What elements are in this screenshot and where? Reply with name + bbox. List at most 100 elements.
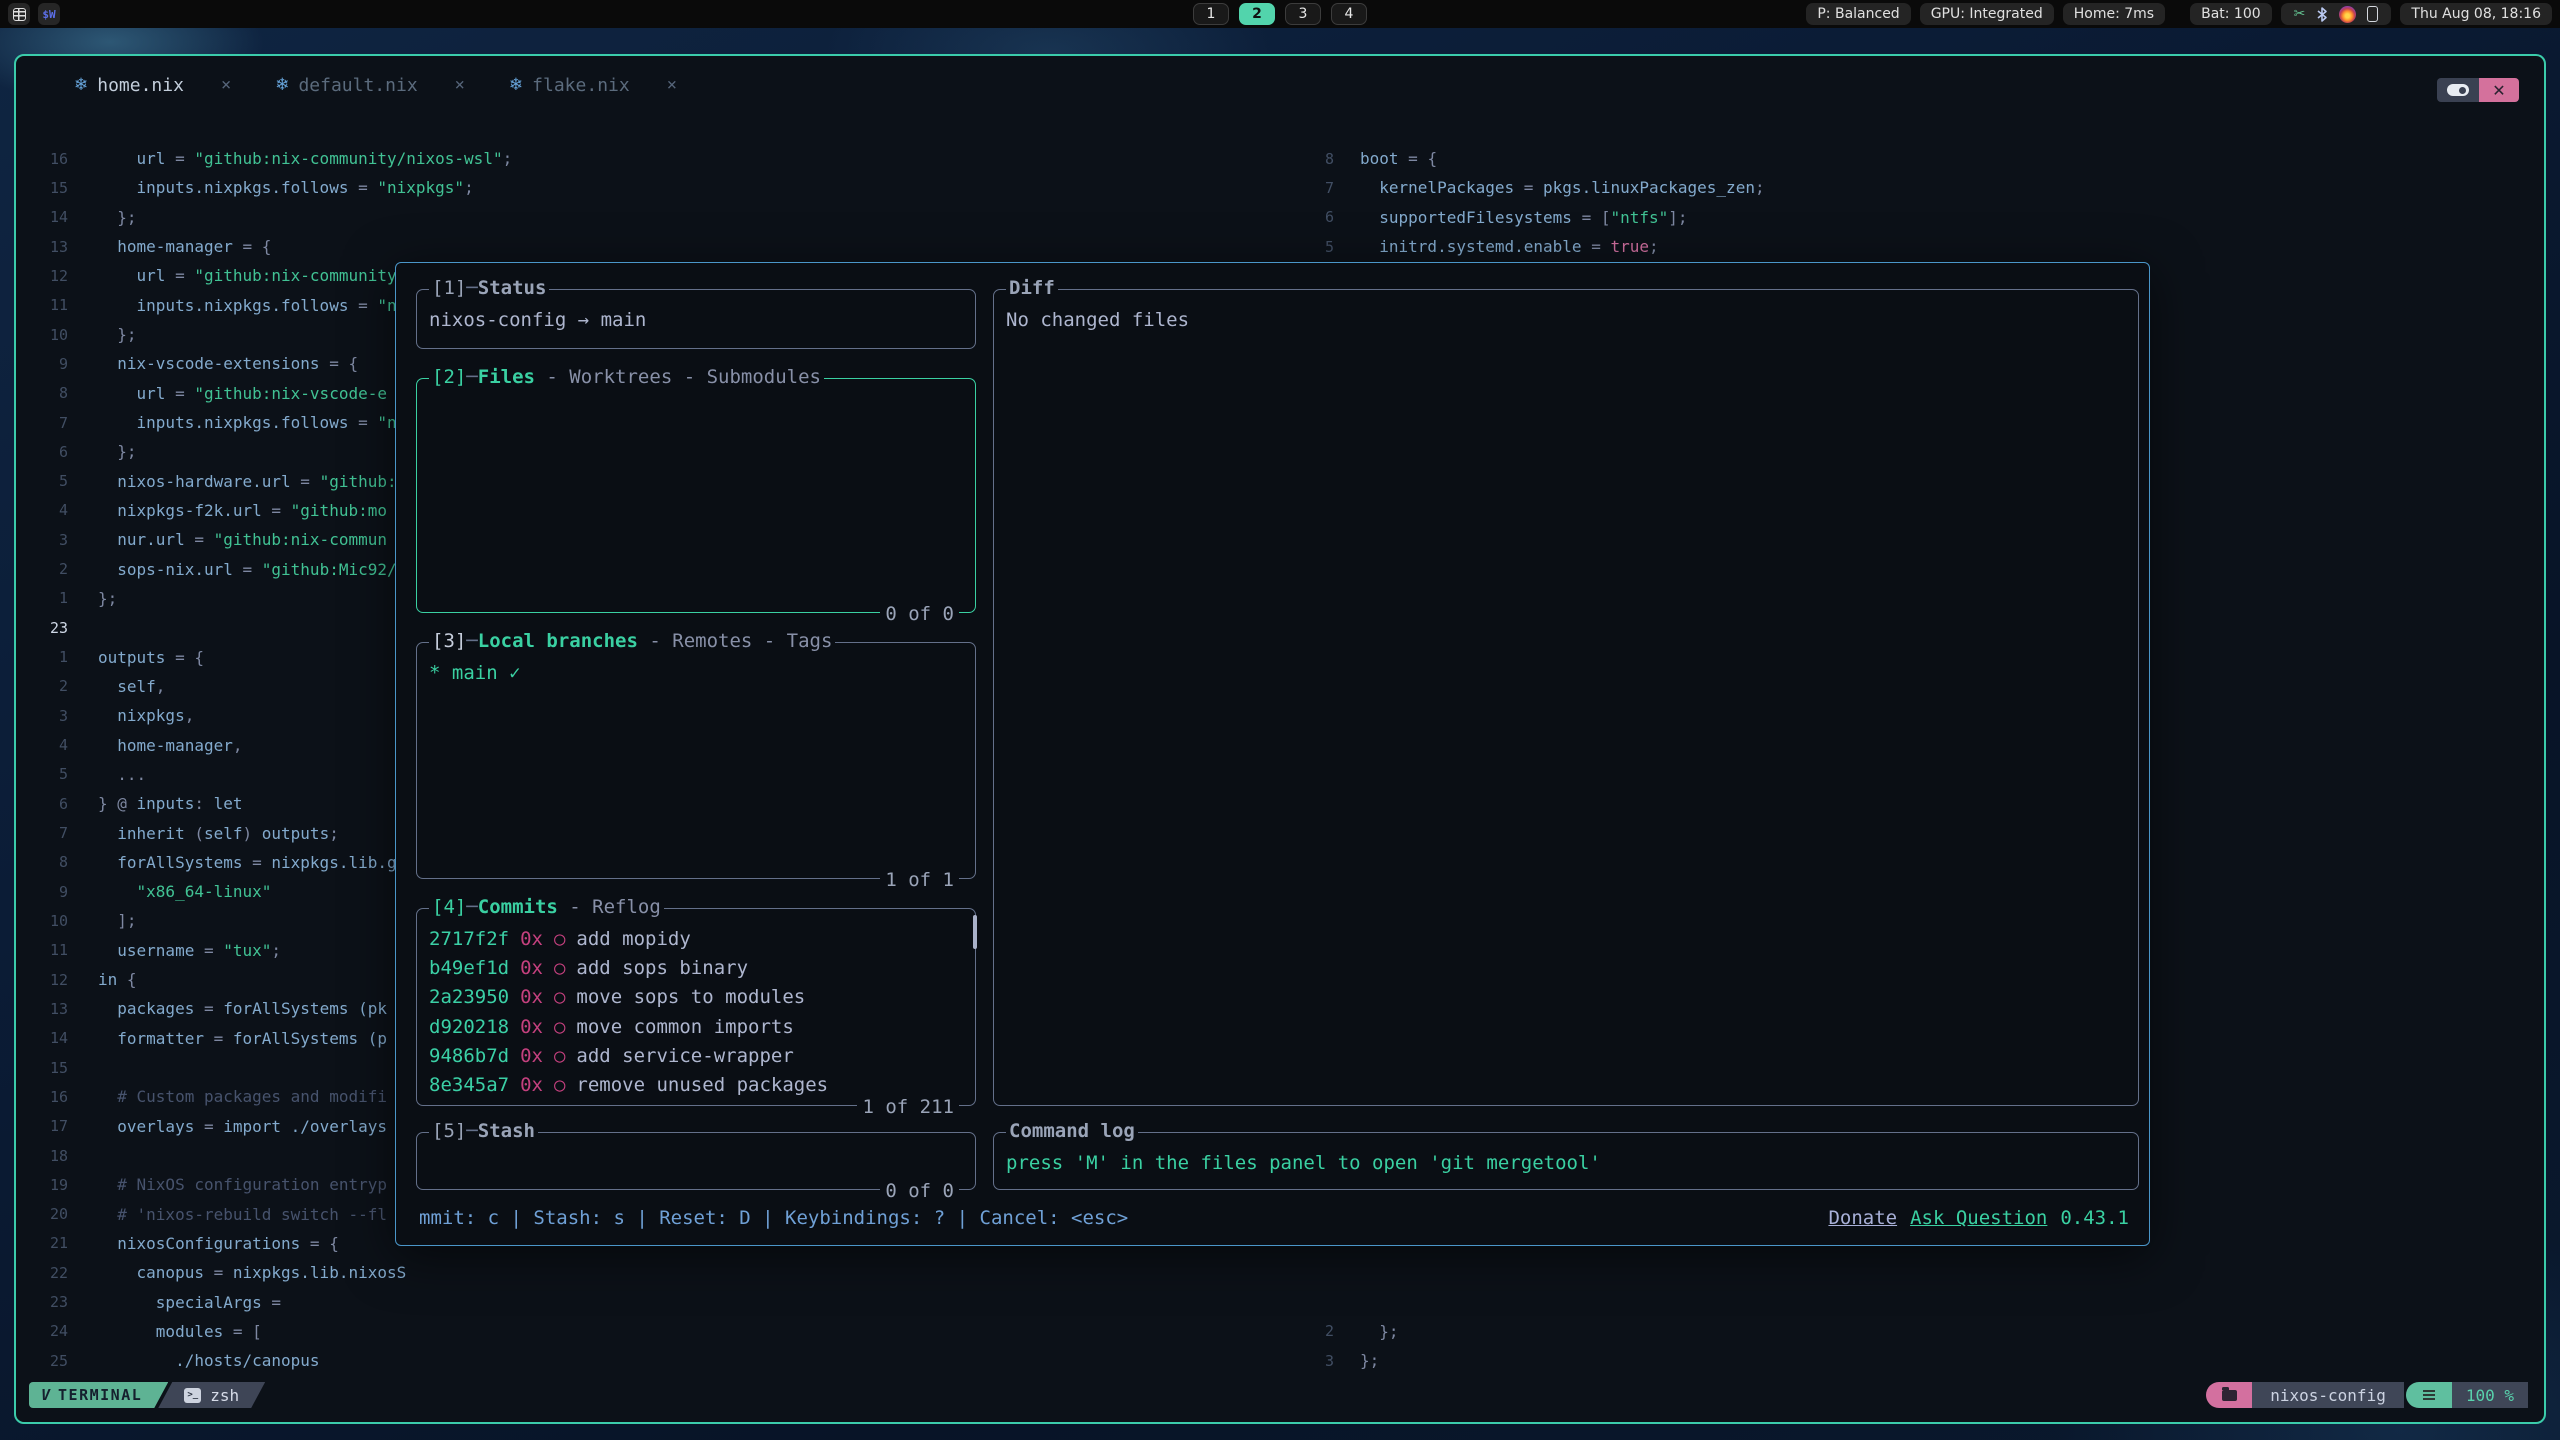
line-number: 24 — [16, 1322, 98, 1340]
workspace-2[interactable]: 2 — [1239, 3, 1275, 25]
nix-snowflake-icon: ❄ — [74, 75, 88, 95]
code-line: 8boot = { — [1300, 144, 2544, 173]
line-number: 5 — [1300, 238, 1360, 256]
commit-row[interactable]: 2a239500x○move sops to modules — [429, 983, 965, 1012]
editor-tab-bar: ❄home.nix×❄default.nix×❄flake.nix× — [16, 56, 2544, 102]
line-number: 25 — [16, 1352, 98, 1370]
line-number: 2 — [16, 677, 98, 695]
commit-row[interactable]: b49ef1d0x○add sops binary — [429, 953, 965, 982]
bluetooth-icon[interactable] — [2316, 6, 2328, 23]
session-name: nixos-config — [2252, 1382, 2404, 1408]
code-text: url = "github:nix-vscode-e — [98, 384, 387, 403]
tab-close-icon[interactable]: × — [455, 75, 465, 95]
diff-panel[interactable]: Diff No changed files — [993, 289, 2139, 1106]
status-pill: Home: 7ms — [2063, 3, 2165, 25]
line-number: 13 — [16, 238, 98, 256]
tab-default.nix[interactable]: ❄default.nix× — [275, 75, 465, 96]
window-close-button[interactable]: ✕ — [2479, 78, 2519, 102]
tab-close-icon[interactable]: × — [667, 75, 677, 95]
pin-toggle-button[interactable] — [2437, 78, 2479, 102]
code-line: 25 ./hosts/canopus — [16, 1346, 1298, 1375]
ask-question-link[interactable]: Ask Question — [1910, 1207, 2047, 1229]
code-line: 3}; — [1300, 1346, 2544, 1375]
mode-label: TERMINAL — [58, 1386, 142, 1404]
system-tray[interactable]: ✂ — [2281, 3, 2392, 25]
tab-flake.nix[interactable]: ❄flake.nix× — [509, 75, 677, 96]
workspace-3[interactable]: 3 — [1285, 3, 1321, 25]
files-count: 0 of 0 — [880, 603, 959, 625]
line-number: 6 — [16, 443, 98, 461]
line-number: 2 — [16, 560, 98, 578]
line-number: 5 — [16, 765, 98, 783]
code-line: 7 kernelPackages = pkgs.linuxPackages_ze… — [1300, 173, 2544, 202]
workspace-1[interactable]: 1 — [1193, 3, 1229, 25]
code-text: outputs = { — [98, 648, 204, 667]
lazygit-popup[interactable]: [1]─Status nixos-config → main [2]─Files… — [395, 262, 2150, 1246]
files-panel[interactable]: [2]─Files - Worktrees - Submodules 0 of … — [416, 378, 976, 613]
code-text: # NixOS configuration entryp — [98, 1175, 387, 1194]
code-text: overlays = import ./overlays {i — [98, 1117, 416, 1136]
code-text: formatter = forAllSystems (p — [98, 1029, 387, 1048]
code-line: 14 }; — [16, 203, 1298, 232]
line-number: 4 — [16, 736, 98, 754]
line-number: 2 — [1300, 1322, 1360, 1340]
firefox-icon[interactable] — [2339, 6, 2356, 23]
code-text: supportedFilesystems = ["ntfs"]; — [1360, 208, 1688, 227]
line-number: 5 — [16, 472, 98, 490]
line-number: 1 — [16, 648, 98, 666]
stash-panel[interactable]: [5]─Stash 0 of 0 — [416, 1132, 976, 1190]
workspace-4[interactable]: 4 — [1331, 3, 1367, 25]
status-pill: GPU: Integrated — [1920, 3, 2054, 25]
branch-item[interactable]: * main ✓ — [429, 658, 965, 687]
tab-label: home.nix — [97, 75, 184, 96]
line-number: 14 — [16, 208, 98, 226]
code-text: modules = [ — [98, 1322, 262, 1341]
commit-row[interactable]: 2717f2f0x○add mopidy — [429, 924, 965, 953]
line-number: 3 — [16, 531, 98, 549]
code-line: 6 supportedFilesystems = ["ntfs"]; — [1300, 203, 2544, 232]
tab-label: default.nix — [298, 75, 417, 96]
wm-logo-icon[interactable]: $W — [38, 3, 60, 25]
commits-panel[interactable]: [4]─Commits - Reflog 2717f2f0x○add mopid… — [416, 908, 976, 1106]
commit-row[interactable]: 9486b7d0x○add service-wrapper — [429, 1041, 965, 1070]
command-log-panel[interactable]: Command log press 'M' in the files panel… — [993, 1132, 2139, 1190]
list-icon — [2406, 1382, 2452, 1408]
code-line: 4 — [1300, 1375, 2544, 1378]
branches-panel[interactable]: [3]─Local branches - Remotes - Tags * ma… — [416, 642, 976, 879]
line-number: 7 — [1300, 179, 1360, 197]
screenshot-scissors-icon[interactable]: ✂ — [2294, 7, 2306, 21]
line-number: 16 — [16, 150, 98, 168]
status-pill: Bat: 100 — [2190, 3, 2272, 25]
line-number: 16 — [16, 1088, 98, 1106]
phone-icon[interactable] — [2367, 6, 2378, 22]
code-text: home-manager = { — [98, 237, 271, 256]
branches-count: 1 of 1 — [880, 869, 959, 891]
line-number: 9 — [16, 355, 98, 373]
status-panel[interactable]: [1]─Status nixos-config → main — [416, 289, 976, 349]
line-number: 6 — [1300, 208, 1360, 226]
code-text: nixpkgs, — [98, 706, 194, 725]
code-text: inherit (self) outputs; — [98, 824, 339, 843]
commit-row[interactable]: d9202180x○move common imports — [429, 1012, 965, 1041]
commits-scrollbar[interactable] — [973, 915, 977, 949]
code-text: nix-vscode-extensions = { — [98, 354, 358, 373]
donate-link[interactable]: Donate — [1828, 1207, 1897, 1229]
code-text: nixpkgs-f2k.url = "github:mo — [98, 501, 387, 520]
close-icon: ✕ — [2492, 81, 2505, 100]
repo-branch-status: nixos-config → main — [429, 305, 965, 334]
commits-count: 1 of 211 — [857, 1096, 959, 1118]
line-number: 12 — [16, 971, 98, 989]
code-text: inputs.nixpkgs.follows = "n — [98, 296, 397, 315]
code-text: "x86_64-linux" — [98, 882, 271, 901]
version-label: 0.43.1 — [2060, 1207, 2129, 1229]
terminal-prompt-icon: >_ — [184, 1388, 201, 1403]
tab-close-icon[interactable]: × — [221, 75, 231, 95]
clock: Thu Aug 08, 18:16 — [2400, 3, 2552, 25]
code-line: 26 — [16, 1375, 1298, 1378]
apps-grid-icon[interactable] — [8, 3, 30, 25]
code-text: }; — [98, 208, 137, 227]
desktop: $W 1234 P: BalancedGPU: IntegratedHome: … — [0, 0, 2560, 1440]
code-line: 2 }; — [1300, 1317, 2544, 1346]
code-text: initrd.systemd.enable = true; — [1360, 237, 1659, 256]
tab-home.nix[interactable]: ❄ home.nix × — [74, 75, 231, 96]
